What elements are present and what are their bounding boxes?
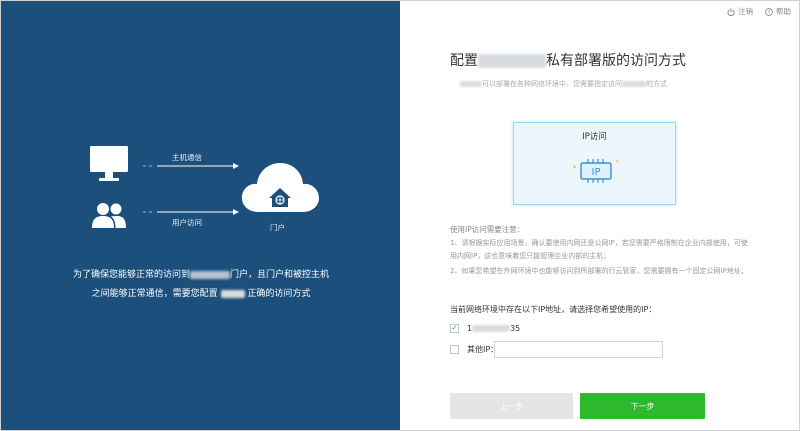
next-step-button[interactable]: 下一步 (580, 393, 705, 419)
ip-access-card-title: IP访问 (582, 132, 607, 142)
title-prefix: 配置 (450, 53, 478, 69)
svg-text:✦: ✦ (572, 164, 577, 171)
redacted-product-name (622, 81, 646, 87)
help-circle-icon: ? (765, 7, 773, 16)
prev-step-button[interactable]: 上一步 (450, 393, 573, 419)
ip-option-other[interactable]: 其他IP： (450, 344, 498, 355)
redacted-product-name (460, 81, 482, 87)
ip-chip-icon: ✦ ✦ IP (572, 159, 619, 183)
ip-access-card[interactable]: IP访问 ✦ ✦ IP (513, 122, 676, 205)
redacted-product-name (220, 289, 245, 298)
ip-option-checkbox[interactable]: ✓ (450, 324, 459, 333)
ip-chip-label: IP (592, 167, 601, 178)
description-line-2: 之间能够正常通信，需要您配置 正确的访问方式 (41, 286, 361, 299)
left-panel: 主机通信 用户访问 门户 为了确保您能够正常的访问到 门户，且门户和被控主机 之间… (1, 1, 400, 430)
note-1: 1、请根据实际应用场景，确认要使用内网还是公网IP，若您需要严格限制在企业内部使… (450, 239, 748, 260)
power-icon (727, 7, 735, 16)
subtitle-end: 的方式 (646, 80, 667, 88)
svg-text:?: ? (768, 10, 771, 16)
redacted-product-name (478, 54, 546, 68)
cloud-portal-icon (241, 163, 319, 212)
top-links: 注销 ? 帮助 (727, 6, 791, 17)
logout-link[interactable]: 注销 (727, 6, 753, 17)
redacted-ip (472, 325, 511, 332)
description-line2-suffix: 正确的访问方式 (247, 289, 311, 299)
logout-label: 注销 (738, 7, 753, 16)
portal-label: 门户 (270, 223, 285, 232)
redacted-product-name (190, 270, 230, 279)
ip-option-suffix: 35 (510, 324, 521, 333)
svg-text:✦: ✦ (615, 159, 619, 165)
description-line2-prefix: 之间能够正常通信，需要您配置 (91, 289, 218, 299)
other-ip-checkbox[interactable] (450, 345, 459, 354)
help-label: 帮助 (776, 7, 791, 16)
help-link[interactable]: ? 帮助 (765, 6, 791, 17)
page-subtitle: 可以部署在各种网络环境中，您需要指定访问 的方式 (460, 79, 667, 89)
ip-option-detected[interactable]: ✓ 1 35 (450, 324, 520, 333)
notes-title: 使用IP访问需要注意： (450, 225, 525, 234)
description-line1-suffix: 门户，且门户和被控主机 (230, 270, 330, 280)
other-ip-input[interactable] (494, 341, 663, 358)
note-2: 2、如果您希望在外网环境中也能够访问到所部署的行云管家，您需要拥有一个固定公网I… (450, 267, 748, 275)
user-access-arrow (143, 209, 239, 215)
user-access-label: 用户访问 (172, 218, 202, 227)
host-comm-label: 主机通信 (172, 153, 202, 162)
page-title: 配置 私有部署版的访问方式 (450, 50, 686, 70)
description-line-1: 为了确保您能够正常的访问到 门户，且门户和被控主机 (41, 267, 361, 280)
choose-ip-title: 当前网络环境中存在以下IP地址，请选择您希望使用的IP： (450, 305, 657, 314)
title-suffix: 私有部署版的访问方式 (546, 53, 686, 69)
description-line1-prefix: 为了确保您能够正常的访问到 (72, 270, 190, 280)
subtitle-middle: 可以部署在各种网络环境中，您需要指定访问 (482, 80, 622, 88)
right-panel: 注销 ? 帮助 配置 私有部署版的访问方式 可以部署在各种网络环境中，您需要指定访… (400, 1, 799, 430)
users-icon (92, 203, 126, 228)
monitor-icon (90, 146, 128, 181)
